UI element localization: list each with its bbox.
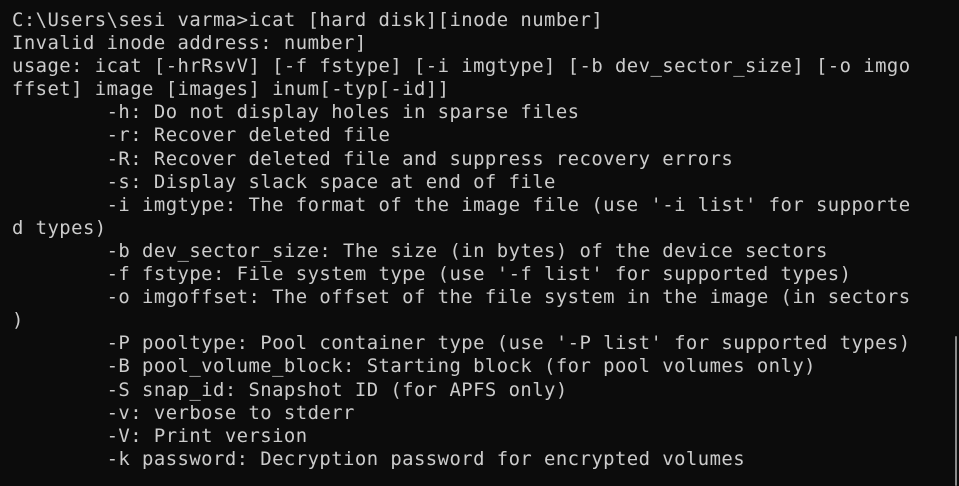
usage-line-continued: ffset] image [images] inum[-typ[-id]] <box>12 78 450 101</box>
option-r-line: -r: Recover deleted file <box>12 124 391 147</box>
option-R-line: -R: Recover deleted file and suppress re… <box>12 147 734 170</box>
option-o-line-continued: ) <box>12 309 24 332</box>
option-s-line: -s: Display slack space at end of file <box>12 170 556 193</box>
option-S-line: -S snap_id: Snapshot ID (for APFS only) <box>12 378 568 401</box>
option-o-line: -o imgoffset: The offset of the file sys… <box>12 286 911 309</box>
option-B-line: -B pool_volume_block: Starting block (fo… <box>12 355 816 378</box>
option-i-line: -i imgtype: The format of the image file… <box>12 193 911 216</box>
vertical-scrollbar[interactable] <box>951 0 959 486</box>
error-message-line: Invalid inode address: number] <box>12 32 367 55</box>
option-V-line: -V: Print version <box>12 424 308 447</box>
option-P-line: -P pooltype: Pool container type (use '-… <box>12 332 911 355</box>
option-b-line: -b dev_sector_size: The size (in bytes) … <box>12 239 828 262</box>
scrollbar-thumb[interactable] <box>955 336 957 486</box>
command-prompt-line: C:\Users\sesi varma>icat [hard disk][ino… <box>12 9 604 31</box>
usage-line: usage: icat [-hrRsvV] [-f fstype] [-i im… <box>12 55 911 78</box>
option-f-line: -f fstype: File system type (use '-f lis… <box>12 263 852 286</box>
option-i-line-continued: d types) <box>12 216 107 239</box>
option-h-line: -h: Do not display holes in sparse files <box>12 101 580 124</box>
terminal-output[interactable]: C:\Users\sesi varma>icat [hard disk][ino… <box>0 0 959 486</box>
option-v-line: -v: verbose to stderr <box>12 401 355 424</box>
option-k-line: -k password: Decryption password for enc… <box>12 447 746 470</box>
